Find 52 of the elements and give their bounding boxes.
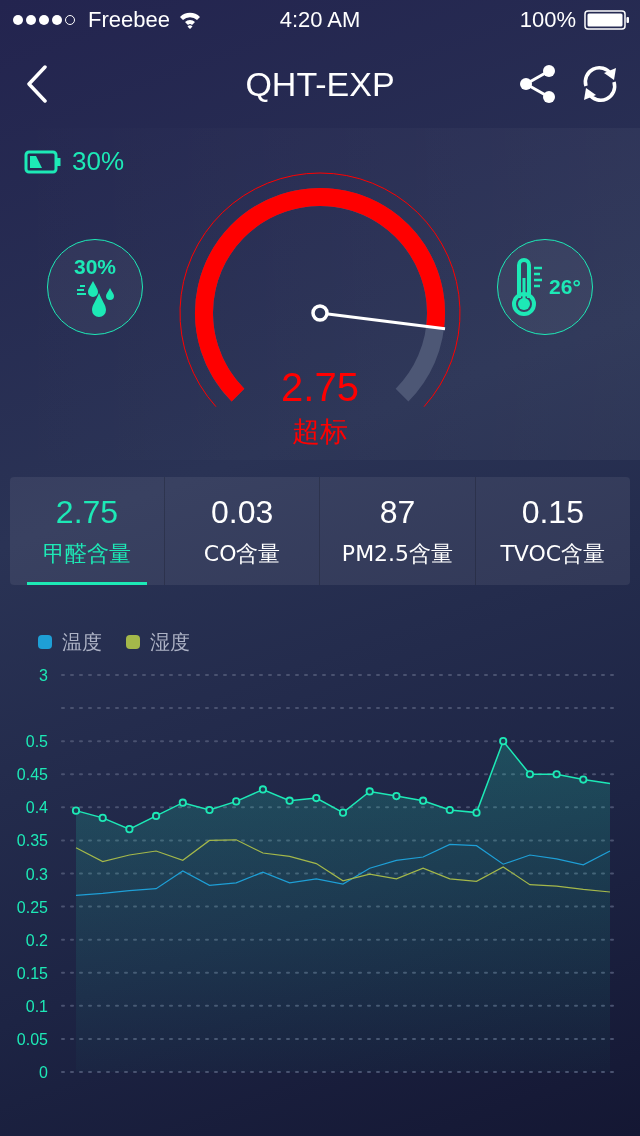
tab[interactable]: 0.15 TVOC含量 xyxy=(474,477,630,585)
tab[interactable]: 0.03 CO含量 xyxy=(164,477,320,585)
share-button[interactable] xyxy=(518,64,558,104)
legend-label: 温度 xyxy=(62,628,102,656)
data-point xyxy=(552,770,561,779)
tab[interactable]: 87 PM2.5含量 xyxy=(319,477,475,585)
data-point xyxy=(71,806,81,815)
device-battery-level: 30% xyxy=(72,146,125,177)
carrier-name: Freebee xyxy=(88,7,170,33)
data-point xyxy=(312,793,321,803)
data-point xyxy=(232,797,241,806)
data-point xyxy=(525,770,534,779)
axis-label: 0.25 xyxy=(16,898,48,916)
battery-icon xyxy=(24,149,62,174)
humidity-badge: 30% xyxy=(47,239,143,335)
data-point xyxy=(365,787,374,796)
data-point xyxy=(419,796,428,805)
data-point xyxy=(285,796,294,805)
data-point xyxy=(338,808,348,817)
temperature-badge: 26° xyxy=(497,239,593,335)
data-point xyxy=(445,805,454,815)
axis-label: 0.2 xyxy=(25,931,48,949)
window-title: QHT-EXP xyxy=(245,64,395,104)
gauge-status: 超标 xyxy=(292,414,348,450)
axis-label: 3 xyxy=(39,667,48,684)
tab[interactable]: 2.75 甲醛含量 xyxy=(27,477,147,585)
axis-label: 0.5 xyxy=(25,733,48,751)
axis-label: 0 xyxy=(39,1064,48,1081)
data-point xyxy=(125,825,134,834)
axis-label: 0.1 xyxy=(25,997,48,1015)
axis-label: 0.15 xyxy=(16,964,48,982)
axis-label: 0.45 xyxy=(16,766,48,784)
data-point xyxy=(258,785,267,794)
axis-label: 0.05 xyxy=(16,1030,48,1048)
axis-label: 0.35 xyxy=(16,832,48,850)
water-drops-icon xyxy=(75,281,115,319)
data-point xyxy=(152,811,161,821)
axis-label: 0.4 xyxy=(25,799,48,817)
status-time: 4:20 AM xyxy=(279,7,361,33)
gauge-value: 2.75 xyxy=(281,365,359,410)
data-point xyxy=(392,792,401,801)
back-button[interactable] xyxy=(26,65,48,103)
legend-label: 湿度 xyxy=(150,628,190,656)
data-point xyxy=(579,775,588,784)
battery-percent: 100% xyxy=(519,7,576,33)
data-point xyxy=(98,813,107,822)
data-point xyxy=(472,808,481,817)
data-point xyxy=(499,737,508,746)
data-point xyxy=(205,805,214,815)
axis-label: 0.3 xyxy=(25,865,48,883)
data-point xyxy=(178,798,187,807)
battery-icon xyxy=(584,10,630,30)
